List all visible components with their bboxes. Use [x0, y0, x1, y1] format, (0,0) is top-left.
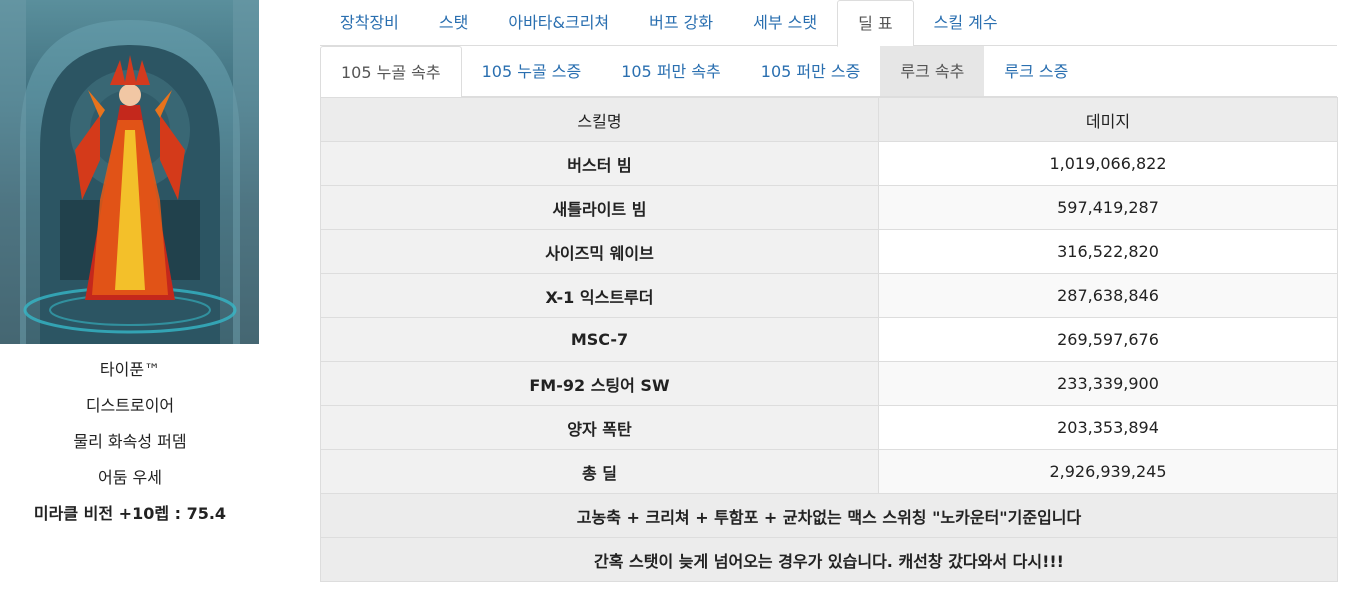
table-row: FM-92 스팅어 SW 233,339,900 [320, 361, 1338, 406]
tab-avatar-creature[interactable]: 아바타&크리쳐 [488, 0, 629, 45]
character-portrait [0, 0, 259, 344]
skill-name: 새틀라이트 빔 [320, 185, 879, 230]
subtab-luke-sokchu[interactable]: 루크 속추 [880, 46, 985, 96]
tab-equipment[interactable]: 장착장비 [320, 0, 419, 45]
tab-stats[interactable]: 스탯 [419, 0, 488, 45]
subtab-luke-seujeung[interactable]: 루크 스증 [984, 46, 1088, 96]
subtab-105-nugol-sokchu[interactable]: 105 누골 속추 [320, 46, 462, 98]
table-header-row: 스킬명 데미지 [320, 97, 1338, 142]
table-row: 양자 폭탄 203,353,894 [320, 405, 1338, 450]
skill-damage: 316,522,820 [878, 229, 1338, 274]
table-row: MSC-7 269,597,676 [320, 317, 1338, 362]
skill-name: MSC-7 [320, 317, 879, 362]
sub-tabs: 105 누골 속추 105 누골 스증 105 퍼만 속추 105 퍼만 스증 … [320, 46, 1337, 98]
main-tabs: 장착장비 스탯 아바타&크리쳐 버프 강화 세부 스탯 딜 표 스킬 계수 [320, 0, 1337, 47]
damage-table: 스킬명 데미지 버스터 빔 1,019,066,822 새틀라이트 빔 597,… [320, 97, 1338, 582]
total-label: 총 딜 [320, 449, 879, 494]
subtab-105-nugol-seujeung[interactable]: 105 누골 스증 [462, 46, 602, 96]
note-basis: 고농축 + 크리쳐 + 투함포 + 균차없는 맥스 스위칭 "노카운터"기준입니… [320, 493, 1338, 538]
skill-damage: 269,597,676 [878, 317, 1338, 362]
note-warning: 간혹 스탯이 늦게 넘어오는 경우가 있습니다. 캐선창 갔다와서 다시!!! [320, 537, 1338, 582]
character-weapon-info: 미라클 비전 +10렙 : 75.4 [33, 504, 227, 523]
skill-name: 버스터 빔 [320, 141, 879, 186]
table-row: 버스터 빔 1,019,066,822 [320, 141, 1338, 186]
table-row: X-1 익스트루더 287,638,846 [320, 273, 1338, 318]
header-skill-name: 스킬명 [320, 97, 879, 142]
header-damage: 데미지 [878, 97, 1338, 142]
skill-name: 양자 폭탄 [320, 405, 879, 450]
tab-buff-enhance[interactable]: 버프 강화 [629, 0, 733, 45]
skill-damage: 597,419,287 [878, 185, 1338, 230]
character-info: 타이푼™ 디스트로이어 물리 화속성 퍼뎀 어둠 우세 미라클 비전 +10렙 … [0, 352, 260, 532]
total-damage: 2,926,939,245 [878, 449, 1338, 494]
table-note-row: 고농축 + 크리쳐 + 투함포 + 균차없는 맥스 스위칭 "노카운터"기준입니… [320, 493, 1338, 538]
skill-damage: 287,638,846 [878, 273, 1338, 318]
subtab-105-peoman-seujeung[interactable]: 105 퍼만 스증 [741, 46, 881, 96]
skill-name: X-1 익스트루더 [320, 273, 879, 318]
character-job: 디스트로이어 [85, 396, 175, 415]
character-panel: 타이푼™ 디스트로이어 물리 화속성 퍼뎀 어둠 우세 미라클 비전 +10렙 … [0, 0, 260, 590]
skill-damage: 1,019,066,822 [878, 141, 1338, 186]
subtab-105-peoman-sokchu[interactable]: 105 퍼만 속추 [601, 46, 741, 96]
damage-table-container: 스킬명 데미지 버스터 빔 1,019,066,822 새틀라이트 빔 597,… [320, 97, 1338, 582]
character-dark-advantage: 어둠 우세 [98, 468, 162, 487]
tab-detail-stats[interactable]: 세부 스탯 [733, 0, 837, 45]
skill-name: FM-92 스팅어 SW [320, 361, 879, 406]
table-row: 새틀라이트 빔 597,419,287 [320, 185, 1338, 230]
character-element: 물리 화속성 퍼뎀 [73, 432, 187, 451]
table-row-total: 총 딜 2,926,939,245 [320, 449, 1338, 494]
table-note-row: 간혹 스탯이 늦게 넘어오는 경우가 있습니다. 캐선창 갔다와서 다시!!! [320, 537, 1338, 582]
tab-skill-coefficient[interactable]: 스킬 계수 [914, 0, 1018, 45]
tab-damage-table[interactable]: 딜 표 [837, 0, 914, 47]
character-name: 타이푼™ [99, 360, 161, 379]
skill-damage: 203,353,894 [878, 405, 1338, 450]
skill-damage: 233,339,900 [878, 361, 1338, 406]
table-row: 사이즈믹 웨이브 316,522,820 [320, 229, 1338, 274]
skill-name: 사이즈믹 웨이브 [320, 229, 879, 274]
